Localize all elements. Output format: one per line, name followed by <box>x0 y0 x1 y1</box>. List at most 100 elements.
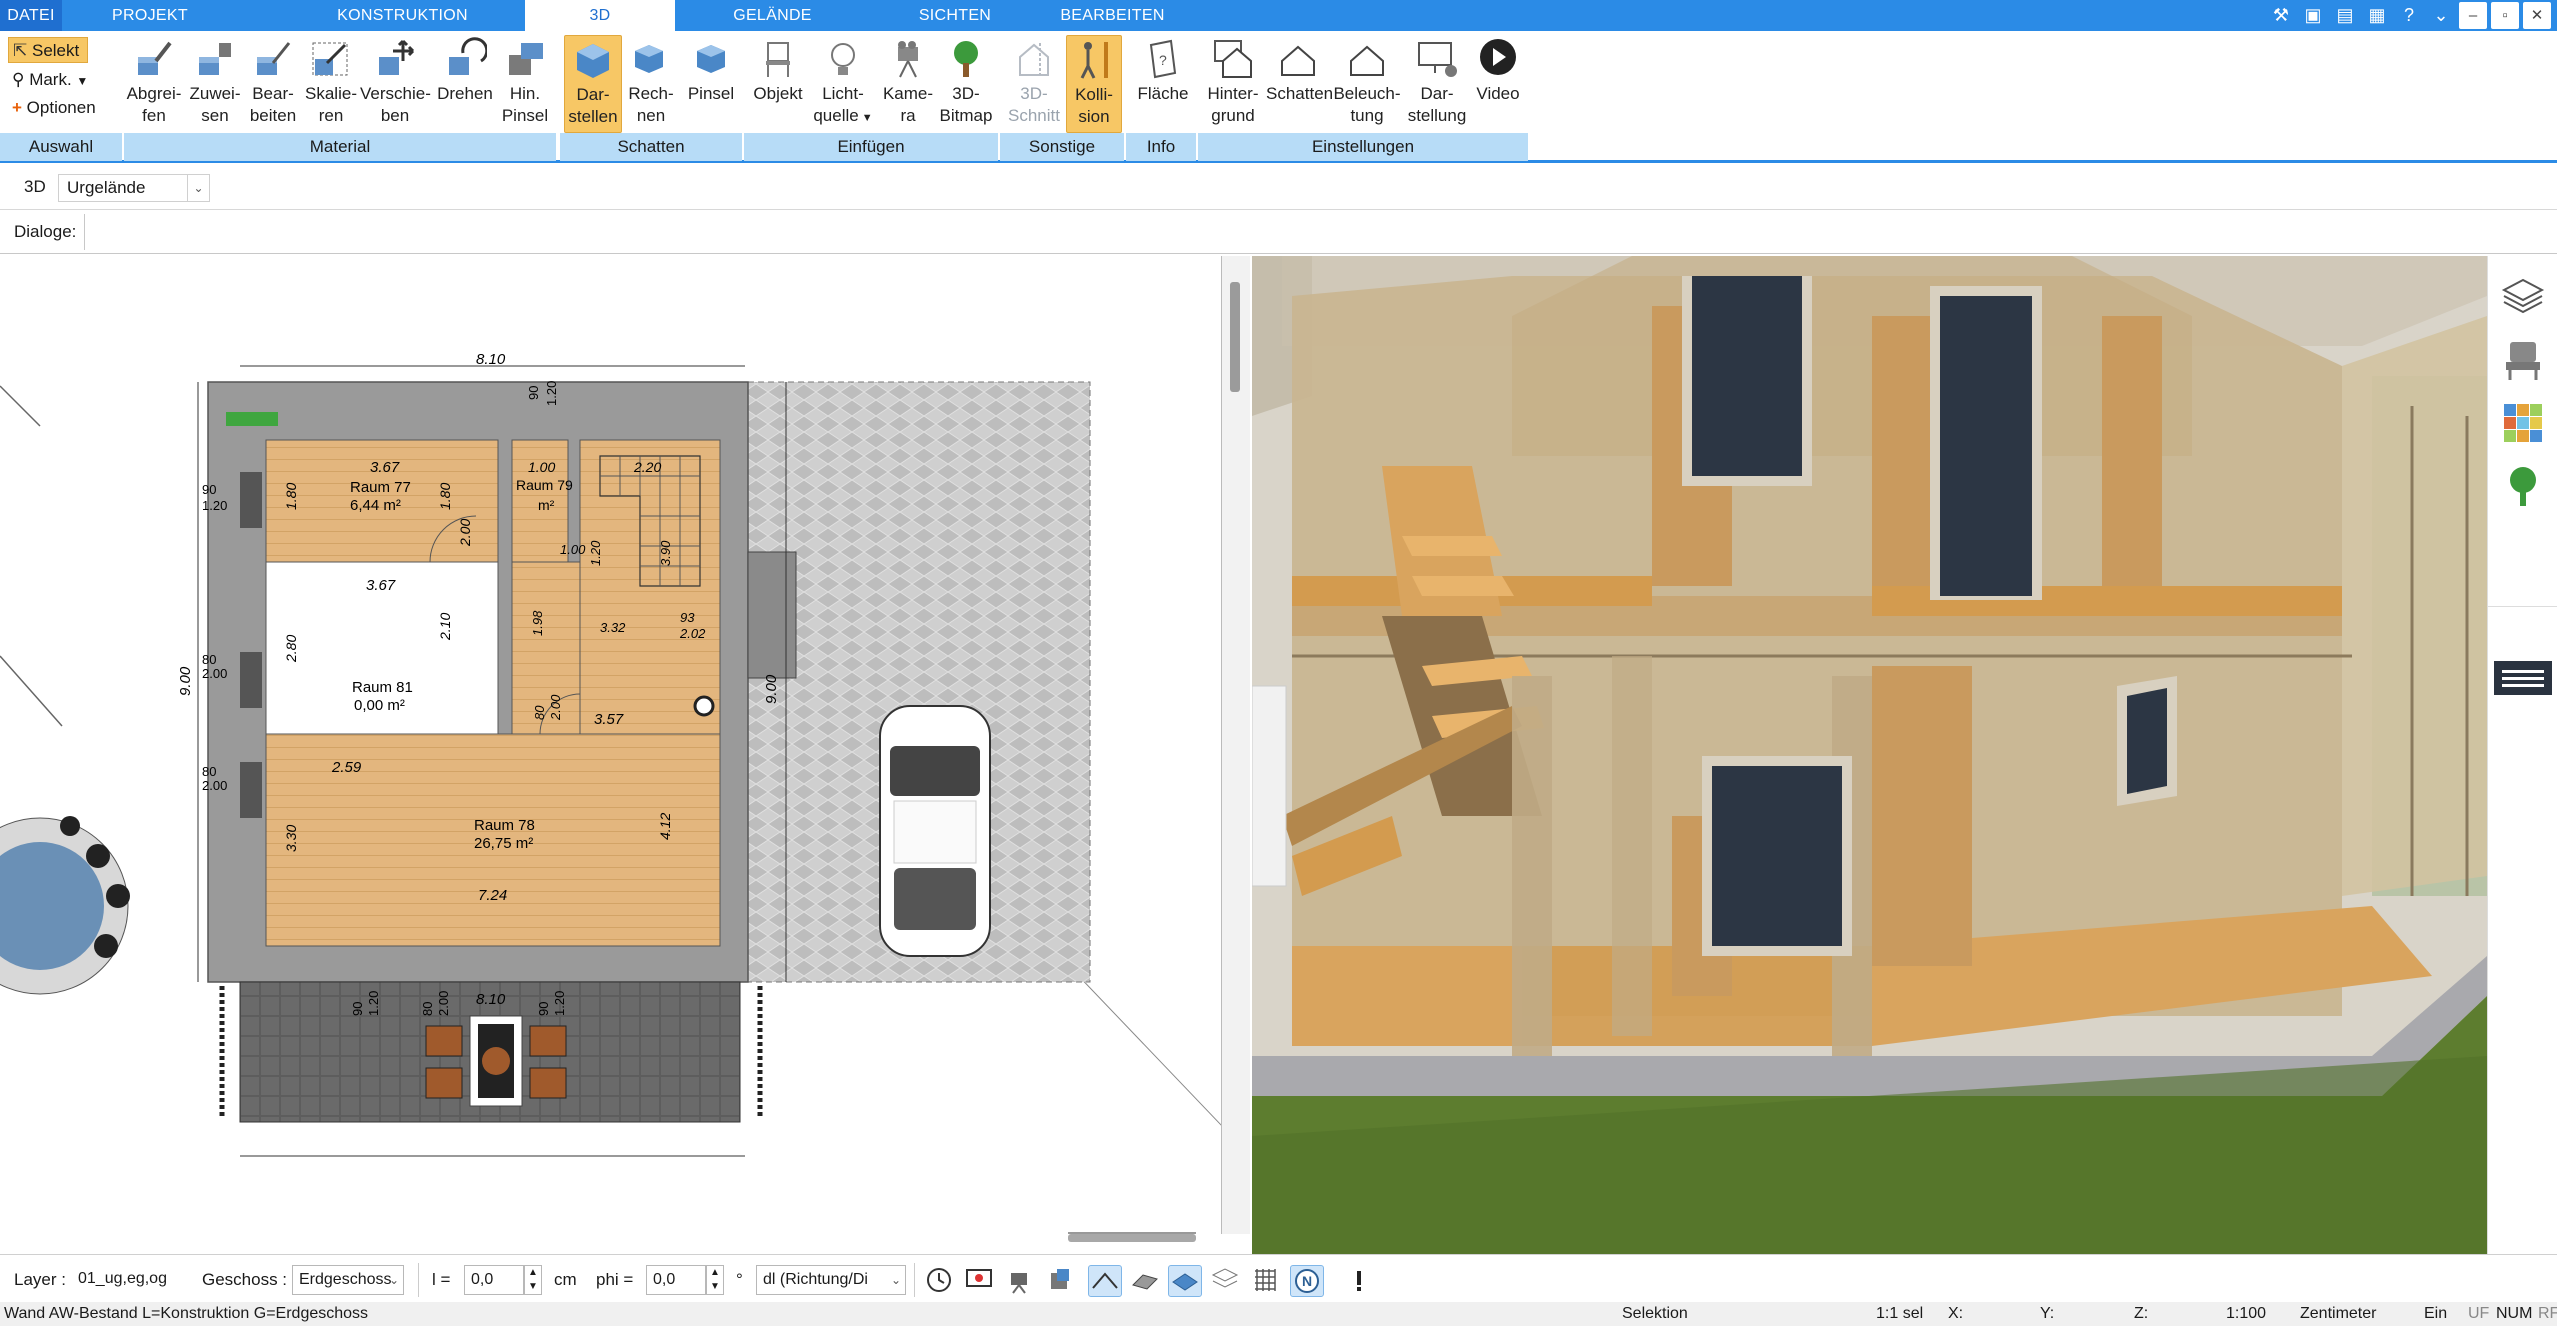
app-window: DATEI PROJEKT KONSTRUKTION 3D GELÄNDE SI… <box>0 0 2557 1326</box>
zuweisen-button[interactable]: Zuwei- sen <box>186 35 244 127</box>
selekt-button[interactable]: ⇱ Selekt <box>8 37 88 63</box>
hintergrund-button[interactable]: Hinter- grund <box>1200 35 1266 127</box>
tab-sichten[interactable]: SICHTEN <box>880 0 1030 31</box>
chevron-down-icon: ⌄ <box>187 175 209 201</box>
status-scale: 1:100 <box>2226 1305 2267 1322</box>
kamera-button[interactable]: Kame- ra <box>878 35 938 127</box>
status-rf: RF <box>2538 1305 2557 1322</box>
rechnen-button[interactable]: Rech- nen <box>624 35 678 127</box>
tab-3d[interactable]: 3D <box>525 0 675 32</box>
object-tool[interactable] <box>1042 1265 1076 1297</box>
camera-icon <box>898 41 918 78</box>
group-material: Material <box>124 133 556 161</box>
layers-icon[interactable] <box>2500 272 2546 318</box>
plants-icon[interactable] <box>2500 464 2546 510</box>
lichtquelle-button[interactable]: Licht- quelle ▼ <box>810 35 876 129</box>
layer-label: Layer : <box>14 1270 66 1289</box>
length-unit: cm <box>554 1270 577 1289</box>
materials-palette-icon[interactable] <box>2500 400 2546 446</box>
verschieben-button[interactable]: Verschie- ben <box>360 35 431 127</box>
beleuchtung-button[interactable]: Beleuch- tung <box>1332 35 1402 127</box>
schatten-pinsel-button[interactable]: Pinsel <box>682 35 740 105</box>
hatch-tool[interactable] <box>1128 1265 1162 1297</box>
tab-bearbeiten[interactable]: BEARBEITEN <box>1040 0 1185 31</box>
svg-text:?: ? <box>1159 52 1167 68</box>
length-input[interactable]: 0,0 <box>464 1265 524 1295</box>
flaeche-button[interactable]: ? Fläche <box>1134 35 1192 105</box>
dim-wall-80b: 80 <box>202 764 216 779</box>
dim-wall-120: 1.20 <box>202 498 227 513</box>
tools-icon[interactable]: ⚒ <box>2267 2 2295 29</box>
minimize-button[interactable]: – <box>2459 2 2487 29</box>
skalieren-button[interactable]: Skalie- ren <box>302 35 360 127</box>
window-left <box>240 762 262 818</box>
pool[interactable] <box>0 816 130 995</box>
play-icon <box>1480 39 1516 75</box>
clock-tool[interactable] <box>922 1265 956 1297</box>
terrain-select[interactable]: Urgelände ⌄ <box>58 174 210 202</box>
vertical-scrollbar-thumb[interactable] <box>1230 282 1240 392</box>
group-schatten: Schatten <box>560 133 742 161</box>
plane-tool[interactable] <box>1168 1265 1202 1297</box>
optionen-button[interactable]: + Optionen <box>8 95 96 121</box>
screen-tool[interactable] <box>962 1265 996 1297</box>
bearbeiten-button[interactable]: Bear- beiten <box>244 35 302 127</box>
restore-button[interactable]: ▫ <box>2491 2 2519 29</box>
view-bar: 3D Urgelände ⌄ <box>0 166 2557 210</box>
tab-datei[interactable]: DATEI <box>0 0 62 31</box>
darstellen-button[interactable]: Dar- stellen <box>564 35 622 133</box>
phi-stepper[interactable]: ▲ ▼ <box>706 1265 724 1295</box>
guide-line <box>0 385 41 427</box>
layer-select[interactable]: 01_ug,eg,og <box>72 1265 192 1295</box>
group-info: Info <box>1126 133 1196 161</box>
dim-bottom-120b: 1.20 <box>552 991 567 1016</box>
direction-select[interactable]: dl (Richtung/Di ⌄ <box>756 1265 906 1295</box>
brush-icon <box>509 43 543 75</box>
menu-toggle-button[interactable] <box>2494 661 2552 695</box>
mark-dropdown[interactable]: ⚲ Mark. ▼ <box>8 67 88 93</box>
save-icon[interactable]: ▣ <box>2299 2 2327 29</box>
ribbon: ⇱ Selekt ⚲ Mark. ▼ + Optionen Auswahl Ab… <box>0 31 2557 163</box>
help-icon[interactable]: ? <box>2395 2 2423 29</box>
window-right <box>747 551 797 679</box>
video-button[interactable]: Video <box>1472 35 1524 105</box>
print-icon[interactable]: ▤ <box>2331 2 2359 29</box>
vertical-scrollbar[interactable] <box>1222 256 1250 1234</box>
camera-tool[interactable] <box>1002 1265 1036 1297</box>
close-button[interactable]: ✕ <box>2523 2 2551 29</box>
schatten-settings-button[interactable]: Schatten <box>1266 35 1333 105</box>
tab-konstruktion[interactable]: KONSTRUKTION <box>320 0 485 31</box>
geschoss-select[interactable]: Erdgeschoss ⌄ <box>292 1265 404 1295</box>
plus-icon: + <box>12 98 22 117</box>
objekt-button[interactable]: Objekt <box>750 35 806 105</box>
phi-input[interactable]: 0,0 <box>646 1265 706 1295</box>
status-x: X: <box>1948 1305 1964 1322</box>
length-label: l = <box>432 1270 451 1289</box>
floor-plan-view[interactable]: 8.10 9.00 9.00 8.10 3.67 1.80 1.80 2.00 … <box>0 256 1222 1234</box>
car[interactable] <box>879 705 991 957</box>
tab-gelaende[interactable]: GELÄNDE <box>700 0 845 31</box>
3d-schnitt-button[interactable]: 3D- Schnitt <box>1004 35 1064 127</box>
floor-plan-canvas[interactable]: 8.10 9.00 9.00 8.10 3.67 1.80 1.80 2.00 … <box>0 256 1222 1234</box>
layout-icon[interactable]: ▦ <box>2363 2 2391 29</box>
status-selection: 1:1 sel <box>1876 1305 1924 1322</box>
kollision-button[interactable]: Kolli- sion <box>1066 35 1122 133</box>
hin-pinsel-button[interactable]: Hin. Pinsel <box>500 35 550 127</box>
more-tool[interactable] <box>1342 1265 1376 1297</box>
grid-tool[interactable] <box>1248 1265 1282 1297</box>
abgreifen-button[interactable]: Abgrei- fen <box>122 35 186 127</box>
darstellung-button[interactable]: Dar- stellung <box>1404 35 1470 127</box>
plan-horizontal-scrollbar[interactable] <box>1068 1234 1196 1242</box>
3d-view[interactable] <box>1252 256 2487 1254</box>
dim-bottom-90b: 90 <box>536 1002 551 1016</box>
furniture-icon[interactable] <box>2500 336 2546 382</box>
3d-bitmap-button[interactable]: 3D- Bitmap <box>938 35 994 127</box>
length-stepper[interactable]: ▲ ▼ <box>524 1265 542 1295</box>
layers-tool[interactable] <box>1208 1265 1242 1297</box>
tab-projekt[interactable]: PROJEKT <box>80 0 220 31</box>
north-tool[interactable]: N <box>1290 1265 1324 1297</box>
roof-tool[interactable] <box>1088 1265 1122 1297</box>
drehen-button[interactable]: Drehen <box>430 35 500 105</box>
options-icon[interactable]: ⌄ <box>2427 2 2455 29</box>
3d-render-canvas[interactable] <box>1252 256 2487 1254</box>
